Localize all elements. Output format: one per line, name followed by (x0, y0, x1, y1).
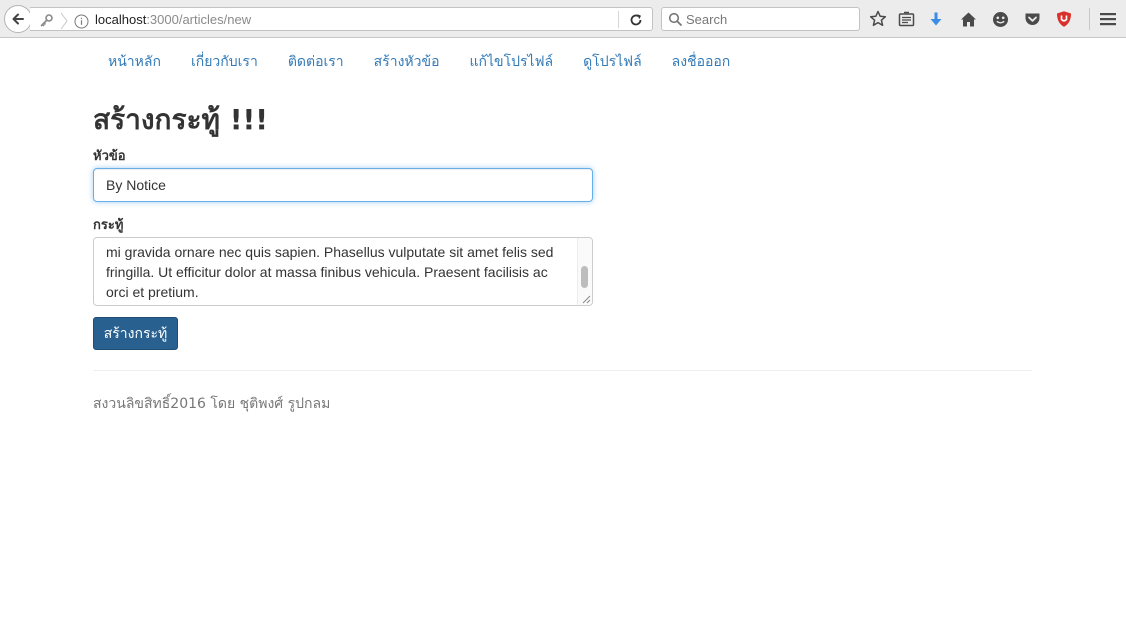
pocket-icon (1025, 13, 1039, 25)
nav-about-link[interactable]: เกี่ยวกับเรา (176, 48, 273, 74)
reload-icon (630, 14, 642, 26)
body-textarea-content[interactable]: mi gravida ornare nec quis sapien. Phase… (94, 238, 578, 305)
ublock-icon (1057, 11, 1071, 27)
nav-logout-link[interactable]: ลงชื่อออก (657, 48, 746, 74)
menu-icon (1100, 13, 1116, 26)
back-icon (12, 13, 24, 25)
reload-button[interactable] (627, 11, 645, 29)
emoji-icon (992, 11, 1008, 27)
bookmark-star-button[interactable] (868, 9, 888, 29)
pocket-button[interactable] (1022, 9, 1042, 29)
search-icon (668, 12, 683, 27)
title-label: หัวข้อ (93, 149, 126, 164)
reading-list-button[interactable] (896, 9, 916, 29)
ublock-button[interactable] (1054, 9, 1074, 29)
nav-new-topic-link[interactable]: สร้างหัวข้อ (359, 48, 455, 74)
toolbar-separator (1089, 8, 1090, 30)
footer-divider (93, 370, 1032, 371)
search-input[interactable] (686, 11, 851, 27)
nav-edit-profile-link[interactable]: แก้ไขโปรไฟล์ (455, 48, 569, 74)
download-icon (930, 12, 942, 25)
url-path: :3000/articles/new (146, 12, 252, 27)
footer-text: สงวนลิขสิทธิ์2016 โดย ชุติพงศ์ รูปกลม (93, 396, 331, 412)
textarea-scroll-thumb[interactable] (581, 266, 588, 288)
page-title: สร้างกระทู้ !!! (93, 103, 269, 136)
back-button[interactable] (4, 5, 32, 33)
browser-toolbar: localhost:3000/articles/new (0, 0, 1126, 38)
submit-button[interactable]: สร้างกระทู้ (93, 317, 178, 350)
url-host: localhost (95, 12, 147, 27)
title-input[interactable] (93, 168, 593, 202)
menu-button[interactable] (1098, 9, 1118, 29)
reload-divider (618, 11, 619, 28)
home-icon (960, 12, 976, 26)
bookmark-star-icon (869, 10, 887, 27)
resize-grip-icon[interactable] (580, 293, 591, 304)
nav-contact-link[interactable]: ติดต่อเรา (273, 48, 359, 74)
url-text[interactable]: localhost:3000/articles/new (95, 12, 251, 27)
info-icon[interactable] (74, 14, 89, 29)
home-button[interactable] (958, 9, 978, 29)
downloads-button[interactable] (926, 9, 946, 29)
nav-view-profile-link[interactable]: ดูโปรไฟล์ (568, 48, 657, 74)
nav-home-link[interactable]: หน้าหลัก (93, 48, 176, 74)
body-textarea[interactable]: mi gravida ornare nec quis sapien. Phase… (93, 237, 593, 306)
emoji-button[interactable] (990, 9, 1010, 29)
chevron-divider-icon (60, 12, 68, 30)
key-icon[interactable] (38, 13, 54, 29)
reading-list-icon (898, 11, 914, 26)
url-bar[interactable]: localhost:3000/articles/new (30, 7, 653, 31)
body-label: กระทู้ (93, 218, 124, 233)
main-nav: หน้าหลัก เกี่ยวกับเรา ติดต่อเรา สร้างหัว… (93, 48, 745, 74)
search-bar[interactable] (661, 7, 860, 31)
